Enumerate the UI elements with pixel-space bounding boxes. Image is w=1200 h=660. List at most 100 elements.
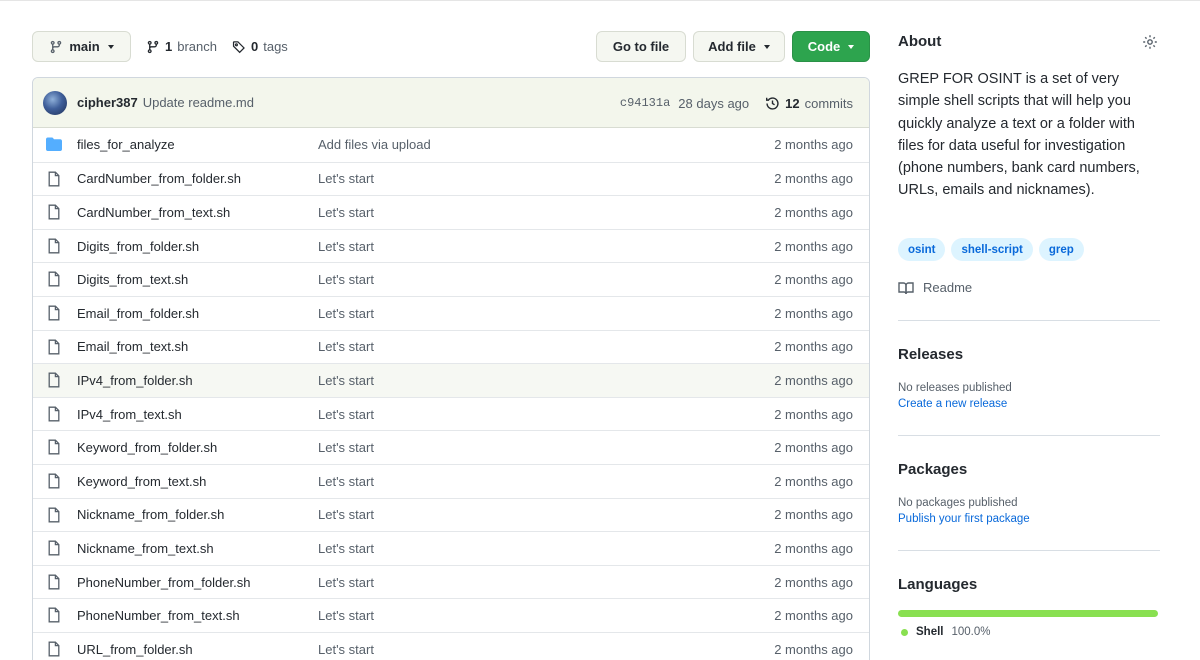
tags-count: 0	[251, 39, 259, 54]
file-age: 2 months ago	[774, 608, 853, 624]
avatar[interactable]	[43, 90, 67, 115]
file-commit-message-link[interactable]: Let's start	[318, 339, 374, 354]
topic-tag-osint[interactable]: osint	[898, 238, 946, 261]
file-name-link[interactable]: IPv4_from_text.sh	[77, 407, 182, 422]
file-age: 2 months ago	[774, 305, 853, 321]
file-commit-message-link[interactable]: Let's start	[318, 272, 374, 287]
file-name-link[interactable]: Nickname_from_text.sh	[77, 541, 214, 556]
file-name-link[interactable]: files_for_analyze	[77, 137, 175, 152]
branch-selector-button[interactable]: main	[32, 31, 131, 62]
file-row: Email_from_folder.sh Let's start 2 months …	[33, 295, 869, 330]
file-icon	[48, 339, 60, 355]
file-commit-message-link[interactable]: Let's start	[318, 239, 374, 254]
commit-meta: c94131a 28 days ago 12 commits	[620, 78, 853, 128]
gear-icon[interactable]	[1142, 34, 1158, 50]
commits-history-link[interactable]: 12 commits	[765, 96, 853, 111]
add-file-button[interactable]: Add file	[693, 31, 785, 62]
file-commit-message-link[interactable]: Add files via upload	[318, 137, 431, 152]
file-commit-message-link[interactable]: Let's start	[318, 373, 374, 388]
branches-link[interactable]: 1 branch	[146, 31, 217, 62]
file-name-link[interactable]: Digits_from_text.sh	[77, 272, 188, 287]
file-age: 2 months ago	[774, 507, 853, 523]
file-icon	[48, 406, 60, 422]
tags-link[interactable]: 0 tags	[232, 31, 288, 62]
chevron-down-icon	[107, 44, 114, 49]
file-row: PhoneNumber_from_text.sh Let's start 2 mon…	[33, 598, 869, 632]
file-table: cipher387 Update readme.md c94131a 28 da…	[32, 77, 870, 660]
file-icon	[48, 171, 60, 187]
packages-empty-text: No packages published	[898, 497, 1018, 509]
file-commit-message-link[interactable]: Let's start	[318, 642, 374, 657]
code-button[interactable]: Code	[792, 31, 870, 62]
language-percent: 100.0%	[951, 626, 991, 638]
commit-sha-link[interactable]: c94131a	[620, 96, 670, 110]
file-name-link[interactable]: PhoneNumber_from_text.sh	[77, 608, 240, 623]
file-row: CardNumber_from_text.sh Let's start 2 mont…	[33, 195, 869, 229]
commit-author-link[interactable]: cipher387	[77, 95, 138, 110]
file-name-link[interactable]: Email_from_folder.sh	[77, 306, 199, 321]
file-commit-message-link[interactable]: Let's start	[318, 541, 374, 556]
file-name-link[interactable]: PhoneNumber_from_folder.sh	[77, 575, 250, 590]
language-legend-item[interactable]: Shell 100.0%	[901, 626, 991, 638]
code-label: Code	[807, 39, 841, 54]
file-age: 2 months ago	[774, 641, 853, 657]
file-commit-message-link[interactable]: Let's start	[318, 306, 374, 321]
file-commit-message-link[interactable]: Let's start	[318, 407, 374, 422]
language-name: Shell	[916, 626, 944, 638]
topic-tag-shell-script[interactable]: shell-script	[951, 238, 1033, 261]
commit-message-link[interactable]: Update readme.md	[143, 95, 254, 110]
file-commit-message-link[interactable]: Let's start	[318, 507, 374, 522]
file-commit-message-link[interactable]: Let's start	[318, 575, 374, 590]
file-row: IPv4_from_folder.sh Let's start 2 months a…	[33, 363, 869, 397]
sidebar-divider	[898, 320, 1160, 321]
file-age: 2 months ago	[774, 339, 853, 355]
packages-heading[interactable]: Packages	[898, 461, 967, 478]
file-row: Keyword_from_folder.sh Let's start 2 month…	[33, 430, 869, 464]
sidebar-divider	[898, 435, 1160, 436]
file-name-link[interactable]: Email_from_text.sh	[77, 339, 188, 354]
file-commit-message-link[interactable]: Let's start	[318, 205, 374, 220]
sidebar-divider	[898, 550, 1160, 551]
file-name-link[interactable]: IPv4_from_folder.sh	[77, 373, 193, 388]
file-icon	[48, 238, 60, 254]
commits-count: 12	[785, 95, 800, 111]
file-name-link[interactable]: URL_from_folder.sh	[77, 642, 193, 657]
file-age: 2 months ago	[774, 238, 853, 254]
add-file-label: Add file	[708, 39, 756, 54]
repo-toolbar: main 1 branch 0 tags Go to file Add file…	[32, 31, 870, 63]
file-name-link[interactable]: CardNumber_from_text.sh	[77, 205, 230, 220]
go-to-file-label: Go to file	[612, 39, 670, 54]
file-commit-message-link[interactable]: Let's start	[318, 608, 374, 623]
create-release-link[interactable]: Create a new release	[898, 398, 1007, 410]
file-commit-message-link[interactable]: Let's start	[318, 171, 374, 186]
language-color-dot	[901, 628, 908, 636]
go-to-file-button[interactable]: Go to file	[596, 31, 686, 62]
file-age: 2 months ago	[774, 473, 853, 489]
file-row: Nickname_from_text.sh Let's start 2 months…	[33, 531, 869, 565]
publish-package-link[interactable]: Publish your first package	[898, 513, 1030, 525]
topic-tag-grep[interactable]: grep	[1038, 238, 1084, 261]
readme-link[interactable]: Readme	[898, 280, 972, 295]
about-heading: About	[898, 33, 942, 50]
releases-heading[interactable]: Releases	[898, 346, 963, 363]
file-name-link[interactable]: Keyword_from_text.sh	[77, 474, 206, 489]
file-name-link[interactable]: CardNumber_from_folder.sh	[77, 171, 241, 186]
latest-commit-bar: cipher387 Update readme.md c94131a 28 da…	[33, 78, 869, 128]
branches-label: branch	[177, 39, 217, 54]
file-name-link[interactable]: Keyword_from_folder.sh	[77, 440, 217, 455]
repo-description: GREP FOR OSINT is a set of very simple s…	[898, 71, 1140, 199]
file-icon	[48, 271, 60, 287]
file-name-link[interactable]: Digits_from_folder.sh	[77, 239, 199, 254]
releases-empty-text: No releases published	[898, 382, 1012, 394]
file-icon	[48, 372, 60, 388]
file-commit-message-link[interactable]: Let's start	[318, 474, 374, 489]
file-age: 2 months ago	[774, 440, 853, 456]
file-row: CardNumber_from_folder.sh Let's start 2 mo…	[33, 161, 869, 196]
file-row: Digits_from_text.sh Let's start 2 months a…	[33, 262, 869, 296]
file-age: 2 months ago	[774, 171, 853, 187]
file-commit-message-link[interactable]: Let's start	[318, 440, 374, 455]
commit-age: 28 days ago	[678, 95, 750, 111]
language-bar	[898, 610, 1158, 617]
file-name-link[interactable]: Nickname_from_folder.sh	[77, 507, 224, 522]
readme-label: Readme	[923, 280, 973, 295]
